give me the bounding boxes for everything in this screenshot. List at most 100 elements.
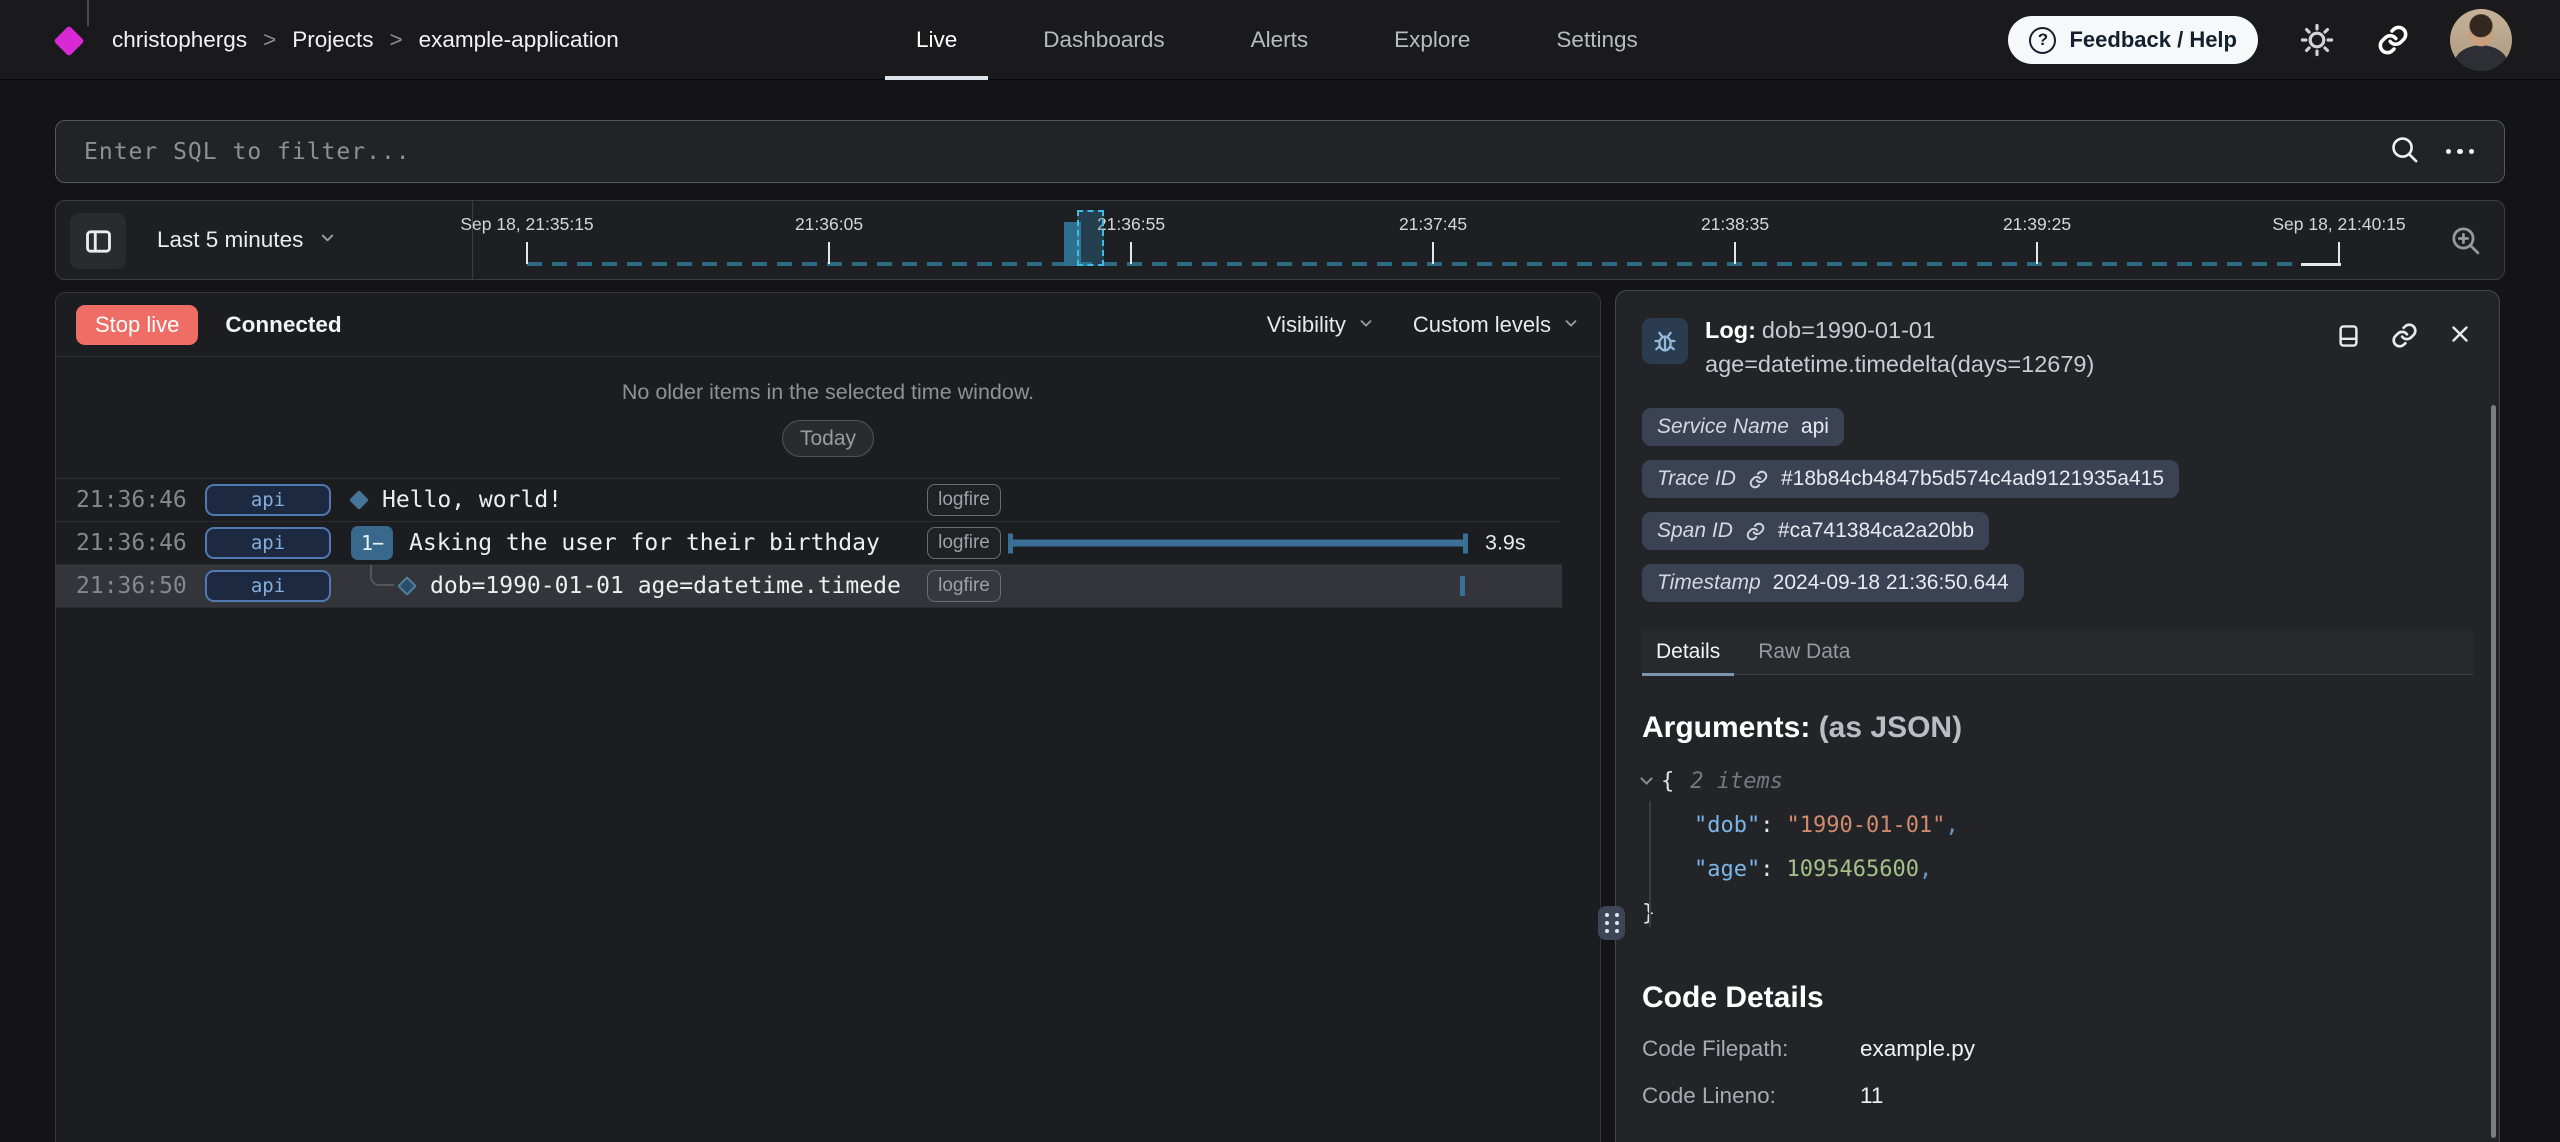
timeline-tick-label: 21:39:25 — [2003, 214, 2071, 235]
timeline-bar: Last 5 minutes Sep 18, 21:35:1521:36:052… — [55, 200, 2505, 280]
logfire-tag[interactable]: logfire — [927, 527, 1001, 559]
share-link-icon[interactable] — [2376, 23, 2410, 57]
tab-dashboards[interactable]: Dashboards — [1043, 0, 1164, 80]
timeline-tick-label: 21:36:55 — [1097, 214, 1165, 235]
breadcrumb-separator: > — [263, 27, 276, 53]
span-duration-label: 3.9s — [1485, 531, 1526, 556]
tab-live[interactable]: Live — [916, 0, 957, 80]
copy-link-icon[interactable] — [2390, 321, 2419, 355]
arguments-json-view: {2 items"dob":"1990-01-01","age":1095465… — [1642, 759, 2473, 935]
feedback-help-label: Feedback / Help — [2069, 27, 2237, 53]
json-line: {2 items — [1642, 759, 2473, 803]
timeline-tick-label: Sep 18, 21:40:15 — [2272, 214, 2405, 235]
tab-alerts[interactable]: Alerts — [1251, 0, 1309, 80]
close-icon[interactable] — [2447, 321, 2473, 352]
log-timestamp: 21:36:50 — [56, 573, 191, 599]
details-title-text: dob=1990-01-01 age=datetime.timedelta(da… — [1705, 317, 2094, 377]
sql-filter-input[interactable] — [84, 139, 2389, 165]
code-detail-row: Code Lineno:11 — [1642, 1083, 2473, 1109]
arguments-heading-suffix: (as JSON) — [1819, 711, 1962, 744]
details-scrollbar[interactable] — [2491, 405, 2496, 1138]
tab-explore[interactable]: Explore — [1394, 0, 1470, 80]
log-diamond-icon — [349, 490, 369, 510]
search-icon[interactable] — [2389, 134, 2420, 170]
log-rows: 21:36:46apiHello, world!logfire21:36:46a… — [56, 478, 1562, 608]
theme-toggle-icon[interactable] — [2298, 21, 2336, 59]
stop-live-button[interactable]: Stop live — [76, 305, 198, 345]
attribute-pill-trace-id[interactable]: Trace ID#18b84cb4847b5d574c4ad9121935a41… — [1642, 460, 2179, 498]
attribute-value: 2024-09-18 21:36:50.644 — [1773, 571, 2009, 595]
zoom-in-icon[interactable] — [2449, 224, 2482, 260]
custom-levels-dropdown[interactable]: Custom levels — [1413, 312, 1580, 338]
json-key: "age" — [1694, 857, 1760, 882]
code-detail-label: Code Filepath: — [1642, 1036, 1860, 1062]
attribute-value: #ca741384ca2a20bb — [1778, 519, 1974, 543]
log-row-main: dob=1990-01-01 age=datetime.timede — [331, 565, 927, 607]
service-badge[interactable]: api — [205, 570, 331, 602]
chevron-down-icon — [1357, 312, 1375, 338]
json-entry: "dob":"1990-01-01", — [1642, 803, 2473, 847]
json-open-brace: { — [1661, 769, 1674, 794]
duration-cell — [1001, 479, 1562, 521]
timeline-tick-label: 21:36:05 — [795, 214, 863, 235]
breadcrumb-item-example-application[interactable]: example-application — [419, 27, 619, 53]
timeline-bar-selected[interactable] — [1077, 210, 1104, 266]
details-tab-raw-data[interactable]: Raw Data — [1758, 629, 1850, 674]
code-details-rows: Code Filepath:example.py Code Lineno:11 — [1642, 1036, 2473, 1109]
timeline-tick-mark — [828, 242, 830, 264]
tree-connector — [370, 565, 394, 586]
navbar-actions: ? Feedback / Help — [2008, 0, 2512, 80]
log-row[interactable]: 21:36:46api1−Asking the user for their b… — [56, 522, 1562, 565]
panel-resize-handle[interactable] — [1598, 906, 1625, 940]
timeline-histogram[interactable]: Sep 18, 21:35:1521:36:0521:36:5521:37:45… — [56, 201, 2504, 279]
breadcrumb-separator: > — [390, 27, 403, 53]
today-button[interactable]: Today — [782, 420, 874, 457]
log-row[interactable]: 21:36:50 apidob=1990-01-01 age=datetime.t… — [56, 565, 1562, 608]
more-options-icon[interactable] — [2446, 149, 2475, 155]
json-entry: "age":1095465600, — [1642, 847, 2473, 891]
attribute-value: #18b84cb4847b5d574c4ad9121935a415 — [1781, 467, 2164, 491]
log-message: Hello, world! — [382, 487, 562, 513]
timeline-baseline — [527, 262, 2301, 266]
open-in-panel-icon[interactable] — [2335, 321, 2362, 356]
user-avatar[interactable] — [2450, 9, 2512, 71]
breadcrumb-item-christophergs[interactable]: christophergs — [112, 27, 247, 53]
log-timestamp: 21:36:46 — [56, 487, 191, 513]
logfire-logo-icon[interactable] — [53, 25, 84, 56]
visibility-label: Visibility — [1267, 312, 1346, 338]
top-navbar: christophergs > Projects > example-applicati… — [0, 0, 2560, 80]
bug-icon — [1642, 318, 1688, 364]
log-row[interactable]: 21:36:46 api Hello, world! logfire — [56, 479, 1562, 522]
connection-status: Connected — [225, 312, 341, 338]
collapse-toggle[interactable]: 1− — [351, 526, 393, 560]
timeline-tick-mark — [1432, 242, 1434, 264]
timeline-tick-mark — [1130, 242, 1132, 264]
json-items-count: 2 items — [1690, 769, 1783, 794]
attribute-pill-service-name[interactable]: Service Nameapi — [1642, 408, 1844, 446]
link-icon — [1748, 469, 1769, 490]
feedback-help-button[interactable]: ? Feedback / Help — [2008, 16, 2258, 64]
timeline-tick-label: 21:38:35 — [1701, 214, 1769, 235]
attribute-pill-timestamp[interactable]: Timestamp2024-09-18 21:36:50.644 — [1642, 564, 2024, 602]
json-value: 1095465600 — [1786, 857, 1918, 882]
logfire-tag[interactable]: logfire — [927, 484, 1001, 516]
logfire-live-page: christophergs > Projects > example-applicati… — [0, 0, 2560, 1142]
service-badge[interactable]: api — [205, 484, 331, 516]
log-row-main: 1−Asking the user for their birthday — [331, 522, 927, 564]
duration-cell: 3.9s — [1001, 522, 1562, 564]
service-badge[interactable]: api — [205, 527, 331, 559]
code-detail-row: Code Filepath:example.py — [1642, 1036, 2473, 1062]
filter-actions — [2389, 134, 2475, 170]
json-value: "1990-01-01" — [1786, 813, 1945, 838]
details-tab-details[interactable]: Details — [1656, 629, 1720, 674]
collapse-chevron-icon[interactable] — [1640, 772, 1653, 785]
attribute-value: api — [1801, 415, 1829, 439]
tab-settings[interactable]: Settings — [1556, 0, 1637, 80]
logfire-tag[interactable]: logfire — [927, 570, 1001, 602]
timeline-tick-mark — [1734, 242, 1736, 264]
question-circle-icon: ? — [2029, 27, 2056, 54]
log-row-main: Hello, world! — [331, 479, 927, 521]
attribute-pill-span-id[interactable]: Span ID#ca741384ca2a20bb — [1642, 512, 1989, 550]
breadcrumb-item-Projects[interactable]: Projects — [292, 27, 373, 53]
visibility-dropdown[interactable]: Visibility — [1267, 312, 1375, 338]
